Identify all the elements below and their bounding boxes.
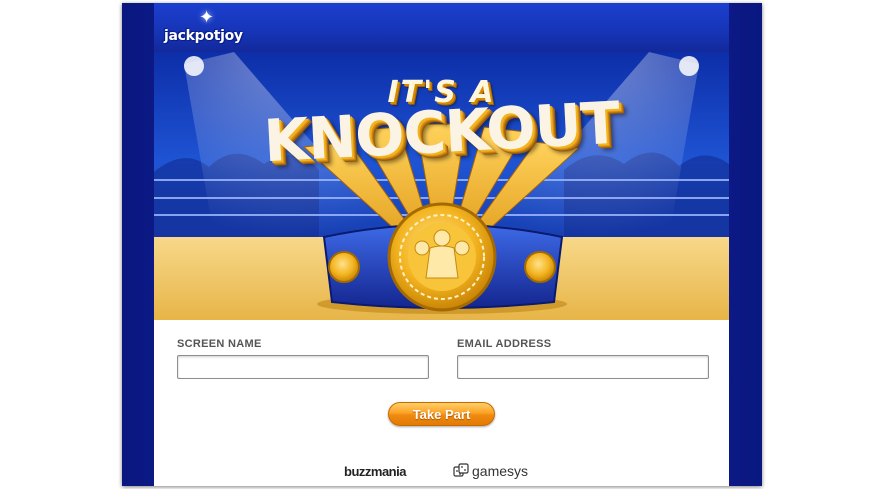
- screen-name-label: SCREEN NAME: [177, 338, 262, 350]
- sparkle-star-icon: ✦: [199, 7, 215, 27]
- take-part-button[interactable]: Take Part: [388, 402, 495, 426]
- partner-logos: buzzmania gamesys: [154, 460, 729, 482]
- gamesys-logo: gamesys: [472, 463, 529, 479]
- screen-name-input[interactable]: [177, 355, 429, 379]
- jackpotjoy-logo[interactable]: jackpotjoy: [161, 25, 246, 47]
- signup-form: SCREEN NAME EMAIL ADDRESS Take Part buzz…: [154, 320, 729, 486]
- header-bar: ✦ jackpotjoy: [154, 3, 729, 52]
- dice-icon: [453, 463, 469, 477]
- email-input[interactable]: [457, 355, 709, 379]
- buzzmania-logo: buzzmania: [344, 464, 406, 479]
- promo-panel: ✦ jackpotjoy IT'S A KNOCKOUT SCREEN NAME…: [154, 3, 729, 486]
- hero-banner: IT'S A KNOCKOUT: [154, 52, 729, 320]
- email-label: EMAIL ADDRESS: [457, 338, 552, 350]
- page-frame: ✦ jackpotjoy IT'S A KNOCKOUT SCREEN NAME…: [122, 3, 762, 486]
